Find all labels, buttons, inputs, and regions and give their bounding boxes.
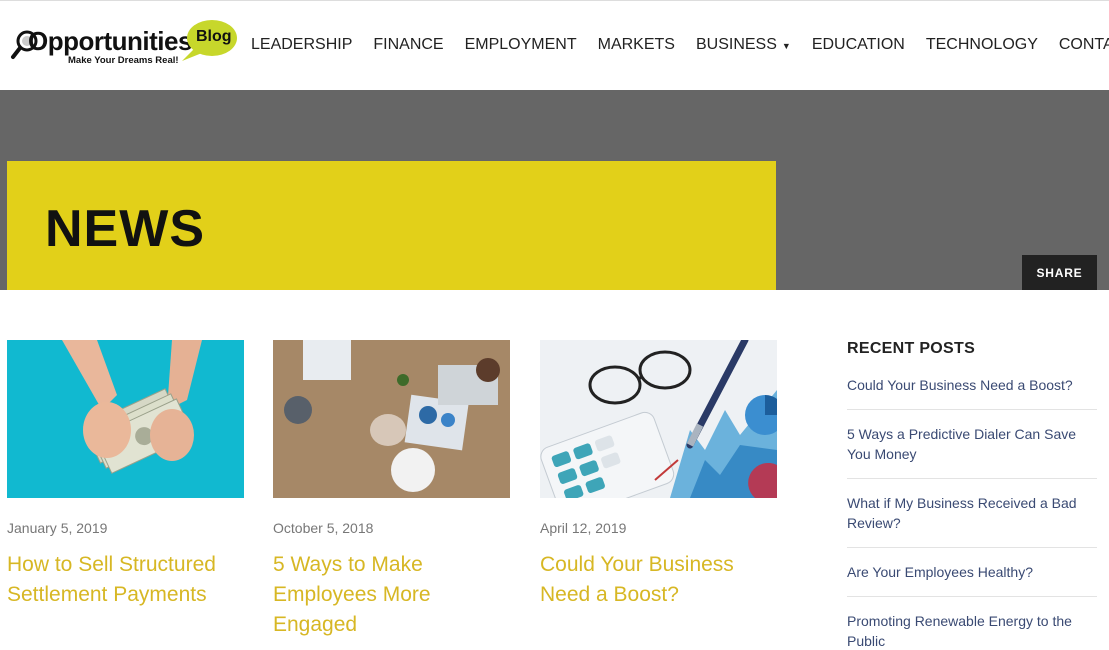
nav-item-contact[interactable]: CONTACT [1059,36,1109,54]
recent-posts-list: Could Your Business Need a Boost? 5 Ways… [847,375,1097,650]
recent-post-link[interactable]: Are Your Employees Healthy? [847,562,1097,597]
main-nav: LEADERSHIP FINANCE EMPLOYMENT MARKETS BU… [251,36,1109,54]
nav-item-technology[interactable]: TECHNOLOGY [926,36,1038,54]
post-title-link[interactable]: Could Your Business Need a Boost? [540,550,777,610]
nav-item-business[interactable]: BUSINESS ▼ [696,36,791,54]
recent-post-link[interactable]: What if My Business Received a Bad Revie… [847,493,1097,548]
nav-label: CONTACT [1058,36,1109,53]
nav-label: BUSINESS [695,36,777,53]
post-card: January 5, 2019 How to Sell Structured S… [7,340,244,610]
nav-label: TECHNOLOGY [925,36,1038,53]
post-date: January 5, 2019 [7,520,108,536]
recent-post-link[interactable]: 5 Ways a Predictive Dialer Can Save You … [847,424,1097,479]
nav-item-markets[interactable]: MARKETS [598,36,675,54]
nav-item-finance[interactable]: FINANCE [373,36,443,54]
nav-label: MARKETS [597,36,675,53]
sidebar-heading: RECENT POSTS [847,340,976,357]
post-date: April 12, 2019 [540,520,627,536]
post-image-finance-desk[interactable] [540,340,777,498]
site-header: Opportunities Blog Make Your Dreams Real… [0,0,1109,90]
share-button[interactable]: SHARE [1022,255,1097,290]
nav-label: EMPLOYMENT [464,36,577,53]
caret-down-icon: ▼ [781,41,791,51]
recent-post-link[interactable]: Could Your Business Need a Boost? [847,375,1097,410]
nav-label: LEADERSHIP [251,36,353,53]
nav-item-employment[interactable]: EMPLOYMENT [465,36,577,54]
logo-blog-text: Blog [196,28,232,45]
post-title-link[interactable]: 5 Ways to Make Employees More Engaged [273,550,510,640]
banner-title-box: NEWS [7,161,776,290]
post-image-office[interactable] [273,340,510,498]
logo-word: Opportunities [28,26,192,56]
post-image-money[interactable] [7,340,244,498]
post-card: October 5, 2018 5 Ways to Make Employees… [273,340,510,640]
page-title: NEWS [45,200,205,258]
site-logo[interactable]: Opportunities Blog Make Your Dreams Real… [10,17,240,67]
post-title-link[interactable]: How to Sell Structured Settlement Paymen… [7,550,244,610]
post-card: April 12, 2019 Could Your Business Need … [540,340,777,610]
recent-post-link[interactable]: Promoting Renewable Energy to the Public [847,611,1097,650]
recent-posts-sidebar: RECENT POSTS Could Your Business Need a … [847,340,1097,650]
page-banner: NEWS SHARE [0,90,1109,290]
logo-tagline: Make Your Dreams Real! [68,55,179,66]
nav-item-education[interactable]: EDUCATION [812,36,905,54]
post-date: October 5, 2018 [273,520,374,536]
nav-item-leadership[interactable]: LEADERSHIP [251,36,352,54]
nav-label: FINANCE [373,36,444,53]
nav-label: EDUCATION [811,36,905,53]
